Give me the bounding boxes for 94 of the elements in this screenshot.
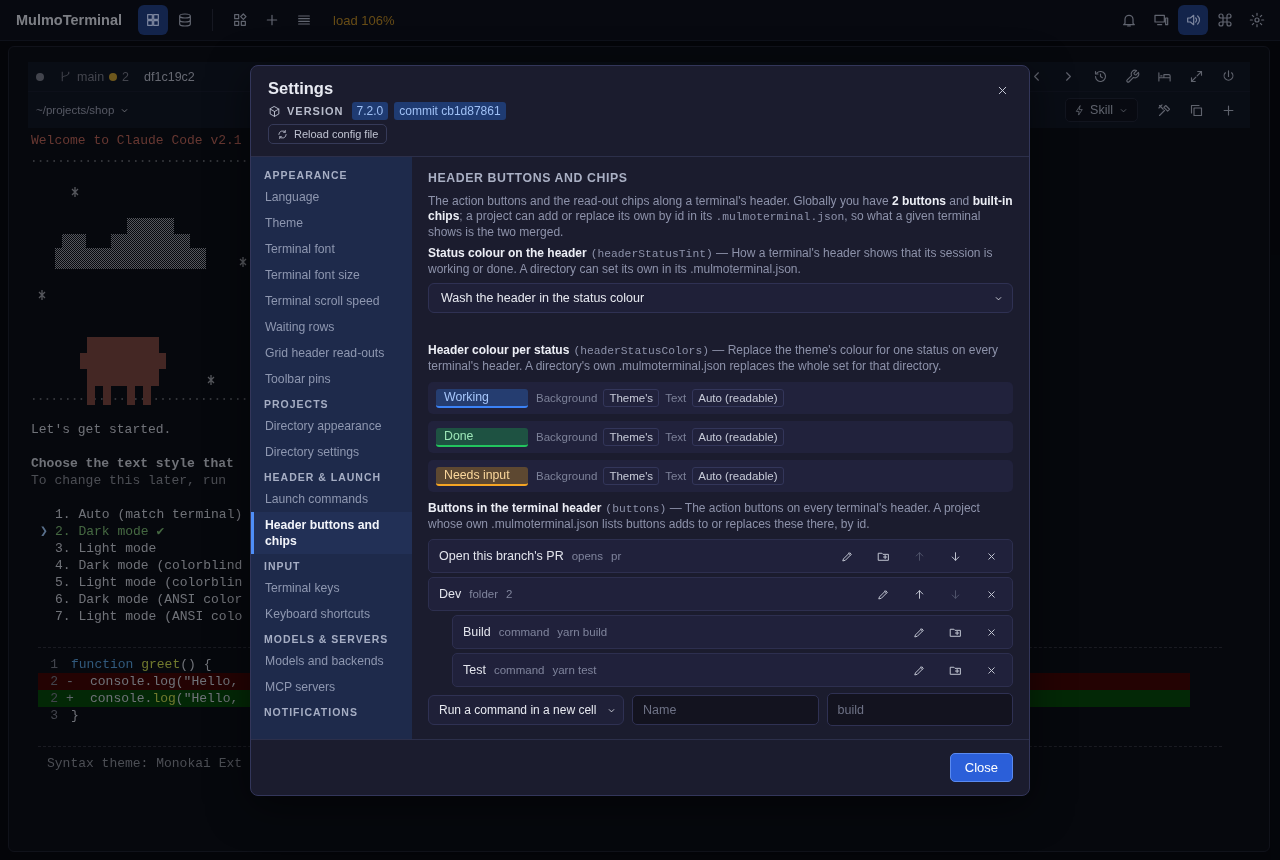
sidebar-item[interactable]: Terminal font: [251, 236, 412, 262]
button-detail: 2: [506, 588, 513, 600]
commit-hash: df1c19c2: [144, 69, 195, 84]
theme-option[interactable]: 3. Light mode: [55, 540, 157, 557]
section-heading: MODELS & SERVERS: [263, 632, 390, 647]
button-type: command: [493, 664, 545, 676]
project-path[interactable]: ~/projects/shop: [36, 104, 115, 116]
field-label: Text: [665, 392, 687, 404]
theme-option[interactable]: 2. Dark mode ✔: [55, 523, 165, 540]
button-detail: yarn build: [557, 626, 608, 638]
app-title: MulmoTerminal: [16, 12, 123, 28]
sidebar-item[interactable]: Keyboard shortcuts: [251, 601, 412, 627]
text-colour-picker[interactable]: Auto (readable): [692, 428, 784, 446]
button-detail: yarn test: [552, 664, 597, 676]
sidebar-item[interactable]: Terminal keys: [251, 575, 412, 601]
diff-sign: +: [66, 691, 74, 706]
code-line: console.log("Hello,: [90, 673, 239, 690]
button-name: Open this branch's PR: [439, 549, 564, 563]
sidebar-item[interactable]: Toolbar pins: [251, 366, 412, 392]
sidebar-item[interactable]: Directory settings: [251, 439, 412, 465]
setting-description: Header colour per status (headerStatusColors) — Replace the theme's colour for one status on every terminal's header. A directory's own .mulmoterminal.json replaces the whole set for that directory.: [428, 343, 1000, 374]
section-description: The action buttons and the read-out chips along a terminal's header. Globally you have 2 buttons and built-in chips; a project can add or replace its own by id in its .mulmoterminal.json, so what a given terminal shows is the two merged.: [428, 194, 1013, 240]
load-reading: load 106%: [333, 12, 395, 28]
field-label: Background: [536, 431, 598, 443]
section-heading: HEADER & LAUNCH: [263, 470, 383, 485]
branch-name: main: [77, 69, 105, 84]
theme-option[interactable]: 6. Dark mode (ANSI color: [55, 591, 243, 608]
version-label: VERSION: [287, 105, 344, 117]
changes-count: 2: [122, 69, 130, 84]
setting-description: Status colour on the header (headerStatusTint) — How a terminal's header shows that its session is working or done. A directory can set its own in its .mulmoterminal.json.: [428, 246, 994, 277]
section-title: HEADER BUTTONS AND CHIPS: [428, 171, 629, 185]
sidebar-item[interactable]: Theme: [251, 210, 412, 236]
field-label: Background: [536, 392, 598, 404]
sidebar-item[interactable]: Grid header read-outs: [251, 340, 412, 366]
text-colour-picker[interactable]: Auto (readable): [692, 389, 784, 407]
field-label: Background: [536, 470, 598, 482]
sidebar-item[interactable]: Language: [251, 184, 412, 210]
selection-pointer: ❯: [39, 523, 49, 540]
dialog-title: Settings: [268, 79, 334, 98]
status-chip: Needs input: [436, 466, 528, 486]
setting-description: Buttons in the terminal header (buttons) — The action buttons on every terminal's header. A project whose own .mulmoterminal.json lists buttons adds to or replaces these there, by id.: [428, 501, 981, 532]
version-chip: 7.2.0: [351, 102, 389, 120]
sidebar-item[interactable]: Directory appearance: [251, 413, 412, 439]
terminal-hint: To change this later, run: [31, 472, 227, 489]
syntax-theme-note: Syntax theme: Monokai Ext: [47, 755, 243, 772]
section-heading: INPUT: [263, 559, 302, 574]
welcome-line: Welcome to Claude Code v2.1: [31, 132, 242, 149]
sidebar-item[interactable]: Terminal font size: [251, 262, 412, 288]
button-type: opens: [571, 550, 603, 562]
sidebar-item[interactable]: Models and backends: [251, 648, 412, 674]
field-label: Text: [665, 431, 687, 443]
status-tint-select[interactable]: Wash the header in the status colour: [428, 283, 1013, 313]
code-line: function greet() {: [71, 656, 212, 673]
theme-option[interactable]: 5. Light mode (colorblin: [55, 574, 243, 591]
section-heading: APPEARANCE: [263, 168, 349, 183]
background-picker[interactable]: Theme's: [603, 467, 660, 485]
line-number: 2: [49, 673, 58, 690]
text-colour-picker[interactable]: Auto (readable): [692, 467, 784, 485]
commit-chip: commit cb1d87861: [394, 102, 506, 120]
button-name: Build: [463, 625, 491, 639]
line-number: 3: [49, 707, 58, 724]
theme-option[interactable]: 1. Auto (match terminal): [55, 506, 243, 523]
sidebar-item[interactable]: Launch commands: [251, 486, 412, 512]
terminal-prompt: Choose the text style that: [31, 455, 234, 472]
line-number: 1: [49, 656, 58, 673]
background-picker[interactable]: Theme's: [603, 428, 660, 446]
button-type: folder: [469, 588, 498, 600]
close-button[interactable]: Close: [949, 753, 1013, 782]
status-chip: Working: [436, 388, 528, 408]
code-line: }: [71, 707, 79, 724]
button-action-select[interactable]: Run a command in a new cell: [428, 695, 624, 725]
reload-config-button[interactable]: Reload config file: [268, 124, 388, 144]
sidebar-item[interactable]: Terminal scroll speed: [251, 288, 412, 314]
diff-sign: -: [66, 674, 74, 689]
line-number: 2: [49, 690, 58, 707]
code-line: console.log("Hello,: [90, 690, 239, 707]
command-input[interactable]: build: [826, 693, 1013, 726]
button-name: Test: [463, 663, 486, 677]
background-picker[interactable]: Theme's: [603, 389, 660, 407]
theme-option[interactable]: 4. Dark mode (colorblind: [55, 557, 243, 574]
status-chip: Done: [436, 427, 528, 447]
name-input[interactable]: Name: [632, 695, 819, 725]
section-heading: PROJECTS: [263, 397, 330, 412]
theme-option[interactable]: 7. Light mode (ANSI colo: [55, 608, 243, 625]
button-detail: pr: [611, 550, 622, 562]
sidebar-item[interactable]: Waiting rows: [251, 314, 412, 340]
section-heading: NOTIFICATIONS: [263, 705, 359, 720]
button-name: Dev: [439, 587, 462, 601]
field-label: Text: [665, 470, 687, 482]
button-type: command: [498, 626, 550, 638]
skill-dropdown[interactable]: Skill: [1065, 98, 1138, 122]
sidebar-item[interactable]: Header buttons and chips: [251, 512, 412, 554]
terminal-text: Let's get started.: [31, 421, 172, 438]
sidebar-item[interactable]: MCP servers: [251, 674, 412, 700]
